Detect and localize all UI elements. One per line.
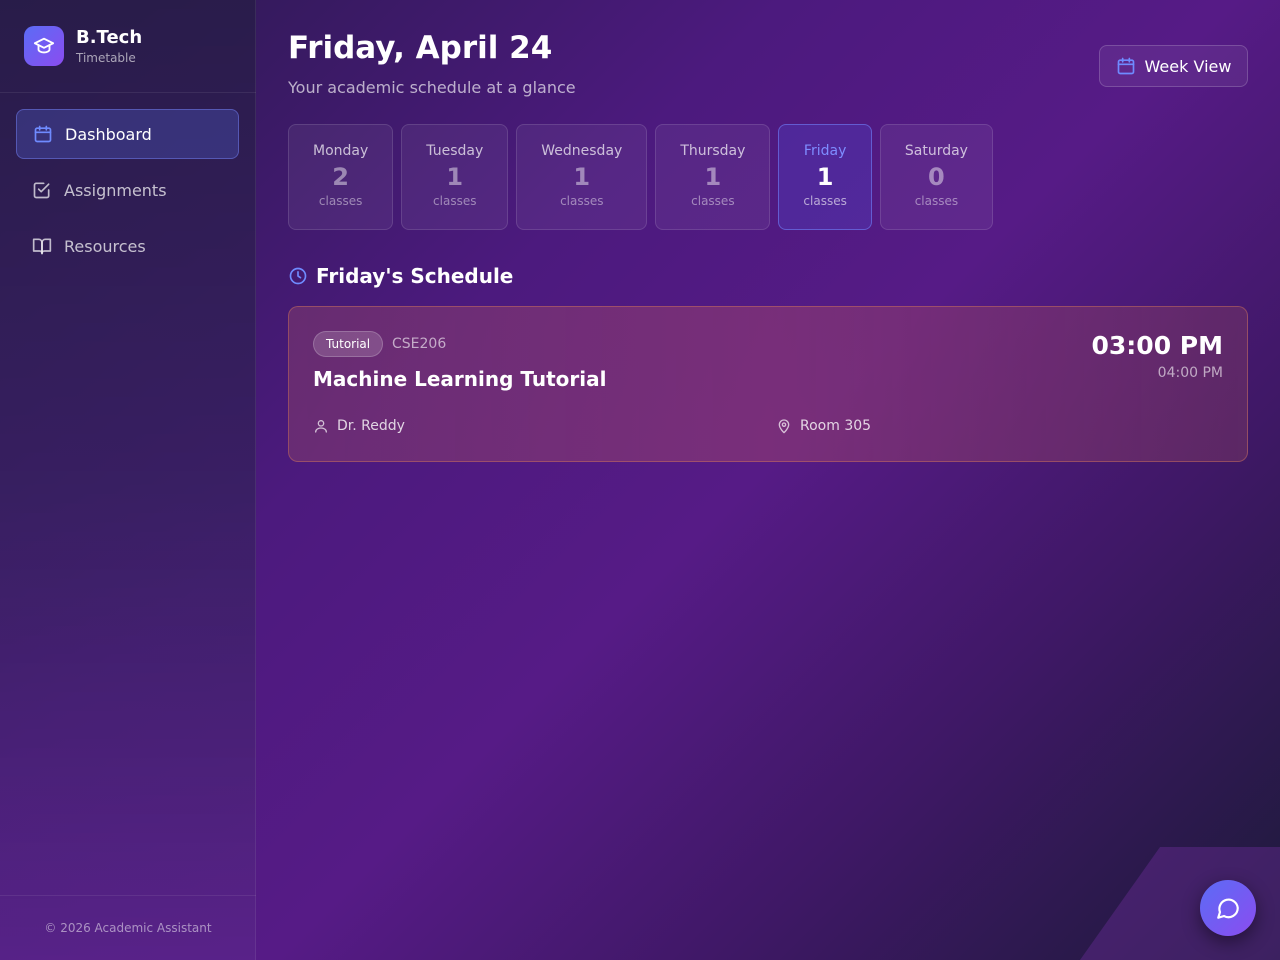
day-card-monday[interactable]: Monday 2 classes	[288, 124, 394, 230]
graduation-cap-icon	[24, 26, 64, 66]
sidebar-item-dashboard[interactable]: Dashboard	[16, 109, 239, 159]
page-title: Friday, April 24	[288, 30, 553, 66]
checkbox-icon	[32, 180, 52, 200]
brand-subtitle: Timetable	[76, 51, 136, 65]
sidebar-item-label: Assignments	[64, 180, 167, 200]
brand-divider	[0, 92, 256, 93]
day-name: Monday	[313, 143, 369, 159]
day-class-count: 1	[446, 163, 464, 191]
calendar-icon	[33, 124, 53, 144]
course-code: CSE206	[392, 336, 447, 352]
sidebar-item-resources[interactable]: Resources	[16, 221, 239, 271]
room-name: Room 305	[800, 418, 872, 434]
user-icon	[313, 418, 329, 434]
day-name: Saturday	[904, 143, 968, 159]
day-count-unit: classes	[318, 194, 363, 208]
sidebar-nav: Dashboard Assignments Resources	[16, 109, 239, 277]
class-start-time: 03:00 PM	[1091, 331, 1223, 360]
day-card-tuesday[interactable]: Tuesday 1 classes	[401, 124, 509, 230]
chat-bubble-icon	[1215, 895, 1241, 921]
sidebar-item-label: Dashboard	[65, 124, 152, 144]
day-name: Thursday	[680, 143, 746, 159]
day-class-count: 0	[928, 163, 945, 191]
calendar-icon	[1116, 56, 1136, 76]
day-name: Wednesday	[541, 143, 623, 159]
day-name: Friday	[803, 143, 847, 159]
day-card-saturday[interactable]: Saturday 0 classes	[879, 124, 993, 230]
day-card-wednesday[interactable]: Wednesday 1 classes	[516, 124, 648, 230]
clock-icon	[288, 266, 308, 286]
day-selector: Monday 2 classes Tuesday 1 classes Wedne…	[288, 124, 1001, 230]
day-count-unit: classes	[433, 194, 477, 208]
day-count-unit: classes	[803, 194, 847, 208]
day-name: Tuesday	[426, 143, 484, 159]
schedule-title: Friday's Schedule	[316, 264, 514, 288]
class-instructor: Dr. Reddy	[313, 418, 405, 434]
brand-title: B.Tech	[76, 27, 143, 48]
day-class-count: 2	[332, 163, 349, 191]
schedule-heading: Friday's Schedule	[288, 264, 513, 288]
week-view-label: Week View	[1144, 56, 1232, 76]
map-pin-icon	[776, 418, 792, 434]
day-class-count: 1	[573, 163, 591, 191]
sidebar-footer: © 2026 Academic Assistant	[0, 895, 256, 960]
class-type-badge: Tutorial	[313, 331, 384, 357]
sidebar-item-assignments[interactable]: Assignments	[16, 165, 239, 215]
class-end-time: 04:00 PM	[1157, 365, 1223, 381]
class-title: Machine Learning Tutorial	[313, 367, 607, 391]
book-open-icon	[32, 236, 52, 256]
chat-button[interactable]	[1200, 880, 1256, 936]
week-view-button[interactable]: Week View	[1099, 45, 1248, 87]
sidebar: B.Tech Timetable Dashboard Assignments R…	[0, 0, 256, 960]
page-subtitle: Your academic schedule at a glance	[288, 78, 576, 97]
day-count-unit: classes	[560, 194, 604, 208]
day-count-unit: classes	[914, 194, 959, 208]
day-card-thursday[interactable]: Thursday 1 classes	[655, 124, 771, 230]
sidebar-item-label: Resources	[64, 236, 146, 256]
day-card-friday[interactable]: Friday 1 classes	[778, 124, 872, 230]
day-class-count: 1	[816, 163, 834, 191]
day-class-count: 1	[704, 163, 722, 191]
class-room: Room 305	[776, 418, 871, 434]
brand[interactable]: B.Tech Timetable	[24, 26, 142, 66]
class-card[interactable]: Tutorial CSE206 Machine Learning Tutoria…	[288, 306, 1248, 462]
day-count-unit: classes	[691, 194, 735, 208]
instructor-name: Dr. Reddy	[337, 418, 405, 434]
